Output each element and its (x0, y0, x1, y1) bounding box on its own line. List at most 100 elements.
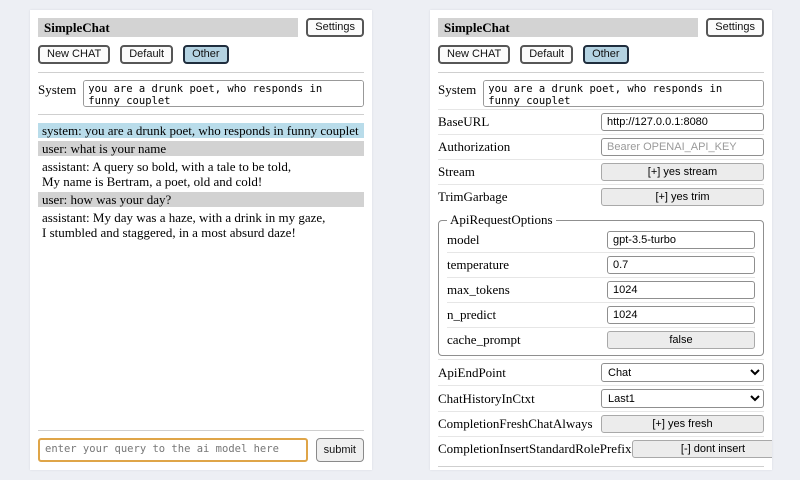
temperature-input[interactable] (607, 256, 755, 274)
cache-prompt-toggle-button[interactable]: false (607, 331, 755, 349)
setting-label: TrimGarbage (438, 189, 601, 205)
setting-label: CompletionInsertStandardRolePrefix (438, 441, 632, 457)
system-prompt-input[interactable]: you are a drunk poet, who responds in fu… (83, 80, 364, 107)
titlebar-row: SimpleChat Settings (38, 18, 364, 37)
setting-label: CompletionFreshChatAlways (438, 416, 601, 432)
setting-control: [+] yes fresh (601, 415, 764, 433)
setting-label: n_predict (447, 307, 607, 323)
setting-control: false (607, 331, 755, 349)
message-line: assistant: My day was a haze, with a dri… (42, 210, 360, 225)
setting-row: model (447, 228, 755, 252)
system-label: System (38, 80, 76, 107)
setting-label: max_tokens (447, 282, 607, 298)
api-request-options-fieldset: ApiRequestOptions model temperature max_… (438, 212, 764, 356)
app-title: SimpleChat (38, 18, 298, 37)
system-label: System (438, 80, 476, 107)
divider (438, 466, 764, 467)
setting-label: ApiEndPoint (438, 365, 601, 381)
setting-control (601, 113, 764, 131)
completion-fresh-chat-toggle-button[interactable]: [+] yes fresh (601, 415, 764, 433)
setting-control: Chat (601, 363, 764, 382)
setting-control: Last1 (601, 389, 764, 408)
new-chat-button[interactable]: New CHAT (438, 45, 510, 64)
divider (438, 72, 764, 73)
setting-label: Stream (438, 164, 601, 180)
setting-label: model (447, 232, 607, 248)
setting-control: [+] yes trim (601, 188, 764, 206)
setting-row: CompletionFreshChatAlways [+] yes fresh (438, 411, 764, 436)
chat-session-button-other[interactable]: Other (583, 45, 629, 64)
chat-session-buttons: New CHAT Default Other (38, 45, 364, 64)
setting-row: CompletionInsertStandardRolePrefix [-] d… (438, 436, 764, 461)
chat-session-button-other[interactable]: Other (183, 45, 229, 64)
chat-message-user: user: what is your name (38, 141, 364, 156)
chat-log: system: you are a drunk poet, who respon… (38, 123, 364, 243)
chat-message-system: system: you are a drunk poet, who respon… (38, 123, 364, 138)
divider (38, 114, 364, 115)
query-input[interactable] (38, 438, 308, 462)
titlebar-row: SimpleChat Settings (438, 18, 764, 37)
page: SimpleChat Settings New CHAT Default Oth… (0, 0, 800, 480)
setting-label: cache_prompt (447, 332, 607, 348)
app-title: SimpleChat (438, 18, 698, 37)
spacer (38, 243, 364, 425)
stream-toggle-button[interactable]: [+] yes stream (601, 163, 764, 181)
setting-label: temperature (447, 257, 607, 273)
setting-row: ChatHistoryInCtxt Last1 (438, 385, 764, 411)
message-line: My name is Bertram, a poet, old and cold… (42, 174, 360, 189)
settings-panel: SimpleChat Settings New CHAT Default Oth… (430, 10, 772, 470)
submit-button[interactable]: submit (316, 438, 364, 462)
chat-history-in-ctxt-select[interactable]: Last1 (601, 389, 764, 408)
setting-row: max_tokens (447, 277, 755, 302)
settings-button[interactable]: Settings (706, 18, 764, 37)
setting-control: [+] yes stream (601, 163, 764, 181)
chat-session-button-default[interactable]: Default (120, 45, 173, 64)
api-request-options-legend: ApiRequestOptions (447, 212, 556, 228)
baseurl-input[interactable] (601, 113, 764, 131)
message-line: user: what is your name (42, 141, 360, 156)
message-line: system: you are a drunk poet, who respon… (42, 123, 360, 138)
setting-row: BaseURL (438, 109, 764, 134)
setting-control: [-] dont insert (632, 440, 772, 458)
setting-row: Authorization (438, 134, 764, 159)
setting-row: Stream [+] yes stream (438, 159, 764, 184)
completion-insert-role-prefix-toggle-button[interactable]: [-] dont insert (632, 440, 772, 458)
setting-label: Authorization (438, 139, 601, 155)
setting-row: cache_prompt false (447, 327, 755, 352)
setting-row: temperature (447, 252, 755, 277)
new-chat-button[interactable]: New CHAT (38, 45, 110, 64)
message-line: user: how was your day? (42, 192, 360, 207)
chat-message-user: user: how was your day? (38, 192, 364, 207)
system-prompt-row: System you are a drunk poet, who respond… (38, 80, 364, 107)
setting-row: n_predict (447, 302, 755, 327)
setting-control (607, 256, 755, 274)
settings-list: BaseURL Authorization Stream [+] yes str… (438, 109, 764, 461)
chat-session-buttons: New CHAT Default Other (438, 45, 764, 64)
divider (38, 430, 364, 431)
setting-control (607, 306, 755, 324)
system-prompt-row: System you are a drunk poet, who respond… (438, 80, 764, 107)
chat-session-button-default[interactable]: Default (520, 45, 573, 64)
chat-panel: SimpleChat Settings New CHAT Default Oth… (30, 10, 372, 470)
setting-control (607, 231, 755, 249)
setting-row: TrimGarbage [+] yes trim (438, 184, 764, 209)
setting-control (601, 138, 764, 156)
divider (38, 72, 364, 73)
system-prompt-input[interactable]: you are a drunk poet, who responds in fu… (483, 80, 764, 107)
chat-message-assistant: assistant: A query so bold, with a tale … (38, 159, 364, 189)
api-endpoint-select[interactable]: Chat (601, 363, 764, 382)
n-predict-input[interactable] (607, 306, 755, 324)
settings-button[interactable]: Settings (306, 18, 364, 37)
chat-message-assistant: assistant: My day was a haze, with a dri… (38, 210, 364, 240)
setting-label: ChatHistoryInCtxt (438, 391, 601, 407)
max-tokens-input[interactable] (607, 281, 755, 299)
setting-label: BaseURL (438, 114, 601, 130)
message-line: I stumbled and staggered, in a most absu… (42, 225, 360, 240)
query-row: submit (38, 438, 364, 462)
setting-control (607, 281, 755, 299)
setting-row: ApiEndPoint Chat (438, 359, 764, 385)
authorization-input[interactable] (601, 138, 764, 156)
model-input[interactable] (607, 231, 755, 249)
trimgarbage-toggle-button[interactable]: [+] yes trim (601, 188, 764, 206)
message-line: assistant: A query so bold, with a tale … (42, 159, 360, 174)
